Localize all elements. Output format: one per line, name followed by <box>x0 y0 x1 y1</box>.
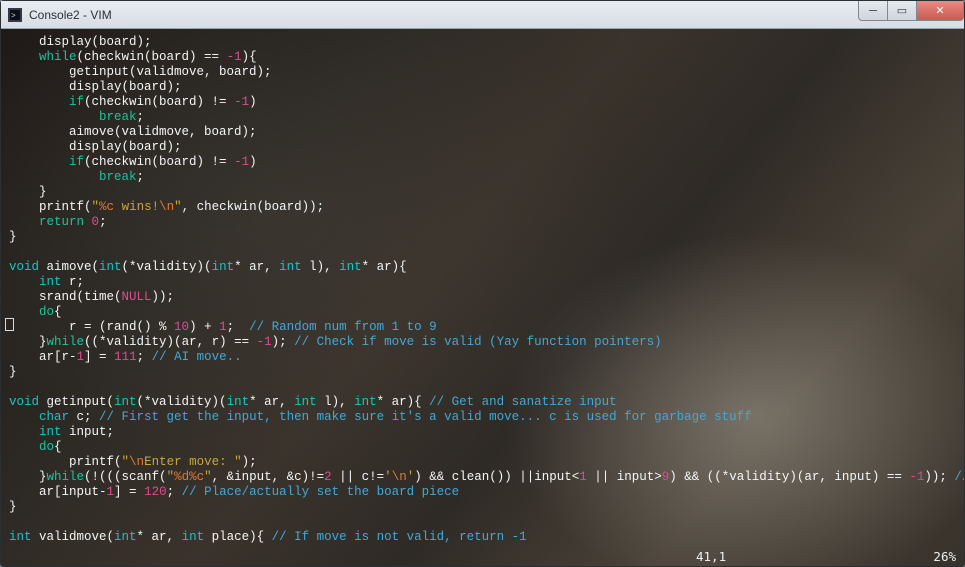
vim-status-bar: 41,1 26% <box>696 549 956 564</box>
editor-area[interactable]: display(board); while(checkwin(board) ==… <box>1 29 964 566</box>
window-controls: ─ ▭ ✕ <box>859 1 964 21</box>
window-title: Console2 - VIM <box>29 8 112 22</box>
titlebar[interactable]: > Console2 - VIM ─ ▭ ✕ <box>1 1 964 29</box>
app-window: > Console2 - VIM ─ ▭ ✕ display(board); w… <box>0 0 965 567</box>
maximize-button[interactable]: ▭ <box>887 1 917 21</box>
minimize-button[interactable]: ─ <box>858 1 888 21</box>
cursor-position: 41,1 <box>696 549 726 564</box>
cursor-line-indicator <box>5 318 14 331</box>
svg-text:>: > <box>11 11 16 20</box>
scroll-percentage: 26% <box>933 549 956 564</box>
code-content: display(board); while(checkwin(board) ==… <box>1 29 964 566</box>
close-button[interactable]: ✕ <box>916 1 964 21</box>
console2-icon: > <box>7 7 23 23</box>
